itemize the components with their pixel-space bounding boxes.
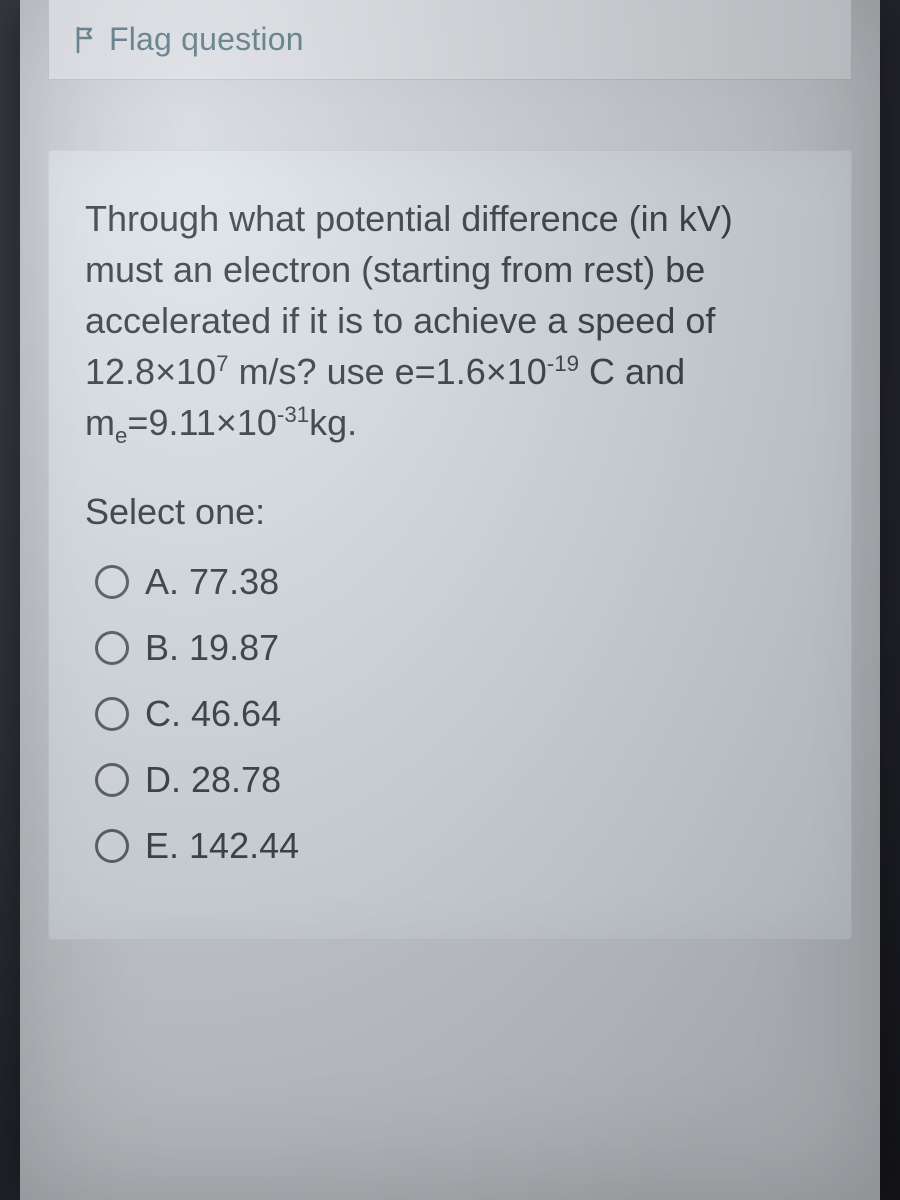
radio-icon[interactable]	[95, 763, 129, 797]
radio-icon[interactable]	[95, 565, 129, 599]
option-label: C. 46.64	[145, 693, 281, 735]
option-e[interactable]: E. 142.44	[85, 813, 815, 879]
options-group: A. 77.38 B. 19.87 C. 46.64	[85, 549, 815, 879]
flag-question-label: Flag question	[109, 21, 304, 58]
question-text: Through what potential difference (in kV…	[85, 193, 815, 449]
option-c[interactable]: C. 46.64	[85, 681, 815, 747]
question-card: Through what potential difference (in kV…	[48, 150, 852, 940]
radio-icon[interactable]	[95, 829, 129, 863]
option-label: A. 77.38	[145, 561, 279, 603]
photo-frame: Flag question Through what potential dif…	[0, 0, 900, 1200]
option-b[interactable]: B. 19.87	[85, 615, 815, 681]
option-d[interactable]: D. 28.78	[85, 747, 815, 813]
flag-question-link[interactable]: Flag question	[48, 0, 852, 80]
radio-icon[interactable]	[95, 631, 129, 665]
select-one-prompt: Select one:	[85, 491, 815, 533]
option-label: B. 19.87	[145, 627, 279, 669]
flag-icon	[75, 26, 97, 54]
radio-icon[interactable]	[95, 697, 129, 731]
option-a[interactable]: A. 77.38	[85, 549, 815, 615]
option-label: D. 28.78	[145, 759, 281, 801]
option-label: E. 142.44	[145, 825, 299, 867]
quiz-screen: Flag question Through what potential dif…	[20, 0, 880, 1200]
